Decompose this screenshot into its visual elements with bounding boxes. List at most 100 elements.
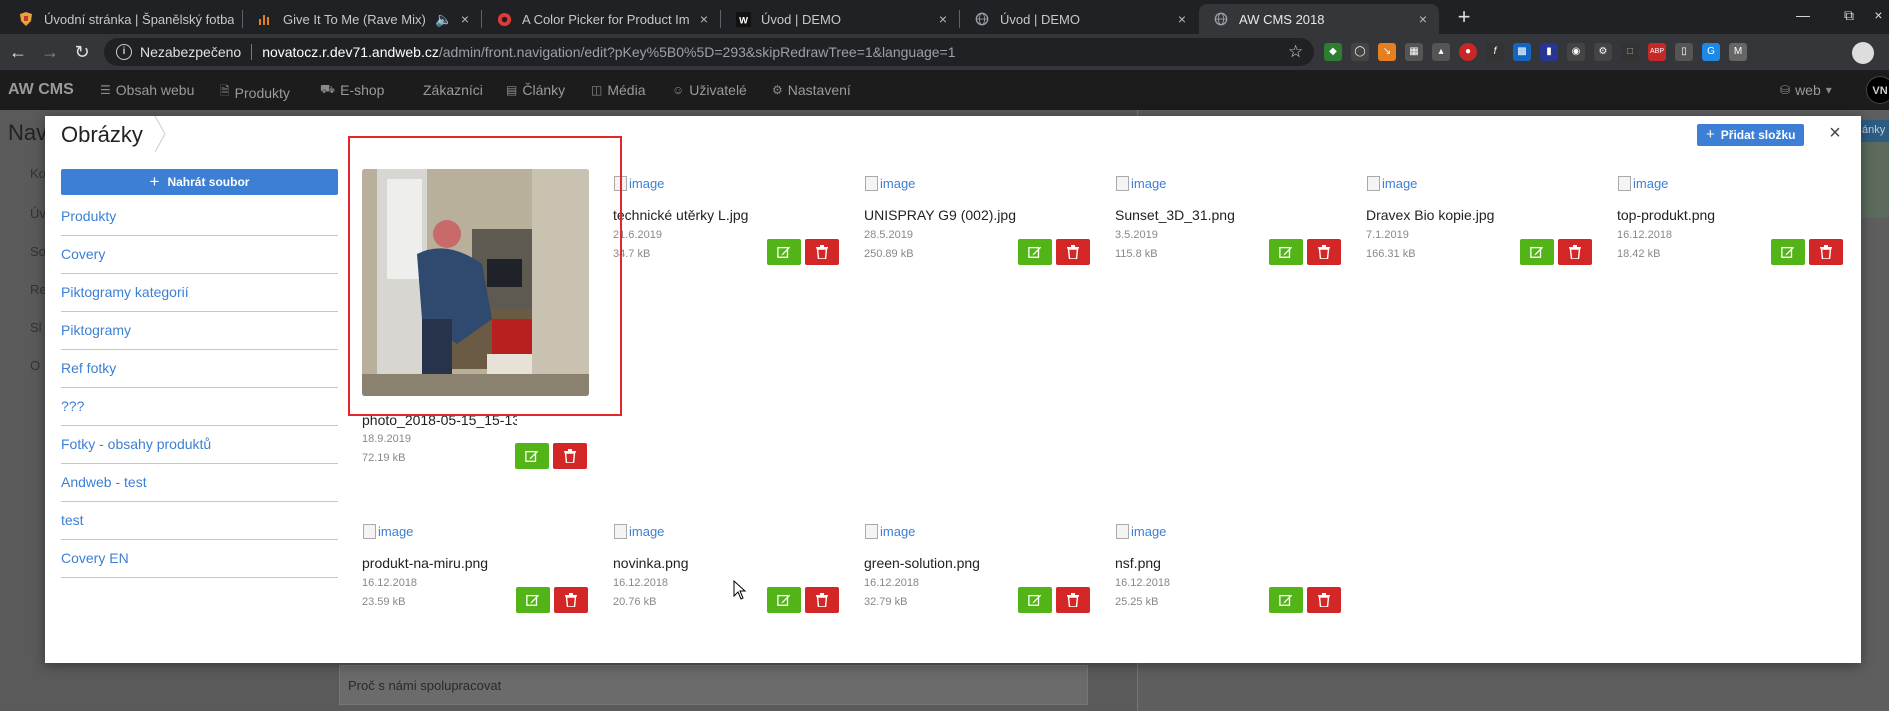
photo-thumbnail[interactable] xyxy=(362,169,589,396)
close-icon[interactable]: × xyxy=(1825,122,1845,144)
delete-button[interactable] xyxy=(1307,587,1341,613)
folder-item[interactable]: ??? xyxy=(61,388,338,426)
font-extension-icon[interactable]: f xyxy=(1486,43,1504,61)
folder-item[interactable]: Andweb - test xyxy=(61,464,338,502)
file-date: 18.9.2019 xyxy=(362,433,411,445)
browser-tab[interactable]: A Color Picker for Product Image × xyxy=(482,4,720,34)
bookmark-star-icon[interactable]: ☆ xyxy=(1288,42,1303,62)
image-placeholder[interactable]: image xyxy=(1115,523,1166,539)
extension-icon[interactable]: ▮ xyxy=(1540,43,1558,61)
edit-button[interactable] xyxy=(767,239,801,265)
edit-icon xyxy=(1781,246,1795,258)
forward-arrow-icon[interactable]: → xyxy=(38,40,62,64)
profile-avatar-icon[interactable] xyxy=(1852,42,1874,64)
close-window-icon[interactable]: × xyxy=(1868,0,1889,30)
adblock-icon[interactable]: ABP xyxy=(1648,43,1666,61)
folder-item[interactable]: Covery EN xyxy=(61,540,338,578)
browser-tab-active[interactable]: AW CMS 2018 × xyxy=(1199,4,1439,34)
edit-button[interactable] xyxy=(1269,587,1303,613)
close-tab-icon[interactable]: × xyxy=(1415,11,1431,27)
delete-button[interactable] xyxy=(1307,239,1341,265)
nav-item-articles[interactable]: ▤ Články xyxy=(506,82,565,98)
image-placeholder[interactable]: image xyxy=(1366,175,1417,191)
extension-icon[interactable]: ◉ xyxy=(1567,43,1585,61)
info-icon[interactable]: i xyxy=(116,44,132,60)
edit-button[interactable] xyxy=(515,443,549,469)
edit-button[interactable] xyxy=(1771,239,1805,265)
nav-item-customers[interactable]: Zákazníci xyxy=(423,82,483,98)
gear-icon[interactable]: ⚙ xyxy=(1594,43,1612,61)
nav-item-media[interactable]: ◫ Média xyxy=(591,82,645,98)
delete-button[interactable] xyxy=(1558,239,1592,265)
edit-button[interactable] xyxy=(516,587,550,613)
image-placeholder[interactable]: image xyxy=(613,523,664,539)
close-tab-icon[interactable]: × xyxy=(457,11,473,27)
url-input[interactable]: i Nezabezpečeno novatocz.r.dev71.andweb.… xyxy=(104,38,1314,66)
back-arrow-icon[interactable]: ← xyxy=(6,40,30,64)
menu-icon: ☰ xyxy=(100,83,111,97)
edit-button[interactable] xyxy=(1269,239,1303,265)
image-placeholder[interactable]: image xyxy=(362,523,413,539)
extension-icon[interactable]: ↘ xyxy=(1378,43,1396,61)
site-selector[interactable]: ⛁ web ▾ xyxy=(1780,82,1832,98)
edit-icon xyxy=(1028,246,1042,258)
delete-button[interactable] xyxy=(1056,587,1090,613)
nav-item-products[interactable]: 🗎 Produkty xyxy=(220,82,290,103)
delete-button[interactable] xyxy=(554,587,588,613)
extension-icon[interactable]: ◆ xyxy=(1324,43,1342,61)
cms-brand[interactable]: AW CMS xyxy=(8,81,74,99)
extension-icon[interactable]: □ xyxy=(1621,43,1639,61)
extension-icon[interactable]: ▴ xyxy=(1432,43,1450,61)
folder-item[interactable]: Covery xyxy=(61,236,338,274)
minimize-icon[interactable]: — xyxy=(1780,0,1826,30)
pocket-icon[interactable]: ◯ xyxy=(1351,43,1369,61)
browser-tab[interactable]: Give It To Me (Rave Mix) - Fu 🔈 × xyxy=(243,4,481,34)
edit-button[interactable] xyxy=(1018,587,1052,613)
file-name: nsf.png xyxy=(1115,555,1161,571)
extension-icon[interactable]: M xyxy=(1729,43,1747,61)
delete-button[interactable] xyxy=(553,443,587,469)
edit-button[interactable] xyxy=(767,587,801,613)
folder-item[interactable]: Piktogramy kategorií xyxy=(61,274,338,312)
folder-item[interactable]: test xyxy=(61,502,338,540)
folder-item[interactable]: Piktogramy xyxy=(61,312,338,350)
image-placeholder[interactable]: image xyxy=(613,175,664,191)
extension-icon[interactable]: ● xyxy=(1459,43,1477,61)
nav-item-users[interactable]: ☺ Uživatelé xyxy=(672,82,747,98)
folder-item[interactable]: Fotky - obsahy produktů xyxy=(61,426,338,464)
folder-item[interactable]: Ref fotky xyxy=(61,350,338,388)
close-tab-icon[interactable]: × xyxy=(696,11,712,27)
delete-button[interactable] xyxy=(805,239,839,265)
delete-button[interactable] xyxy=(1809,239,1843,265)
close-tab-icon[interactable]: × xyxy=(935,11,951,27)
image-placeholder[interactable]: image xyxy=(864,175,915,191)
image-placeholder[interactable]: image xyxy=(1115,175,1166,191)
image-placeholder[interactable]: image xyxy=(864,523,915,539)
address-bar: ← → ↻ i Nezabezpečeno novatocz.r.dev71.a… xyxy=(0,34,1889,70)
translate-icon[interactable]: G xyxy=(1702,43,1720,61)
browser-tab[interactable]: Úvod | DEMO × xyxy=(960,4,1198,34)
upload-file-button[interactable]: + Nahrát soubor xyxy=(61,169,338,195)
nav-item-settings[interactable]: ⚙ Nastavení xyxy=(772,82,851,98)
folder-item[interactable]: Produkty xyxy=(61,198,338,236)
extension-icon[interactable]: ▯ xyxy=(1675,43,1693,61)
nav-item-eshop[interactable]: ⛟ E-shop xyxy=(320,82,384,98)
edit-button[interactable] xyxy=(1018,239,1052,265)
delete-button[interactable] xyxy=(805,587,839,613)
browser-tab[interactable]: W Úvod | DEMO × xyxy=(721,4,959,34)
close-tab-icon[interactable]: × xyxy=(1174,11,1190,27)
add-folder-button[interactable]: + Přidat složku xyxy=(1697,124,1805,146)
avatar[interactable]: VN xyxy=(1866,76,1889,104)
edit-button[interactable] xyxy=(1520,239,1554,265)
extension-icon[interactable]: ▦ xyxy=(1405,43,1423,61)
delete-button[interactable] xyxy=(1056,239,1090,265)
breadcrumb-chevron-icon xyxy=(154,116,166,152)
speaker-icon[interactable]: 🔈 xyxy=(435,11,452,28)
image-placeholder[interactable]: image xyxy=(1617,175,1668,191)
browser-tab[interactable]: Úvodní stránka | Španělský fotbal xyxy=(4,4,242,34)
restore-icon[interactable]: ⧉ xyxy=(1826,0,1872,30)
reload-icon[interactable]: ↻ xyxy=(70,40,94,64)
new-tab-icon[interactable]: + xyxy=(1450,4,1478,32)
extension-icon[interactable]: ▩ xyxy=(1513,43,1531,61)
nav-item-content[interactable]: ☰ Obsah webu xyxy=(100,82,194,98)
